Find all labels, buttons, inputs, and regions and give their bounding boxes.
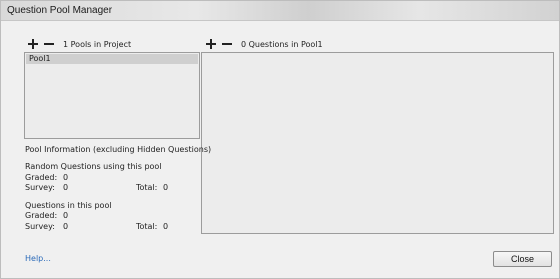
pool-list-item[interactable]: Pool1 bbox=[26, 54, 198, 64]
in-pool-questions-heading: Questions in this pool bbox=[25, 201, 112, 210]
questions-toolbar: 0 Questions in Pool1 bbox=[205, 38, 323, 50]
add-question-button[interactable] bbox=[205, 38, 217, 50]
plus-icon bbox=[28, 39, 38, 49]
minus-icon bbox=[222, 43, 232, 45]
pool-information-heading: Pool Information (excluding Hidden Quest… bbox=[25, 145, 212, 154]
help-link[interactable]: Help... bbox=[25, 254, 51, 263]
random-graded-label: Graded: bbox=[25, 173, 58, 182]
window-title: Question Pool Manager bbox=[7, 5, 113, 16]
in-pool-total-label: Total: bbox=[136, 222, 158, 231]
close-button[interactable]: Close bbox=[493, 251, 552, 267]
random-questions-heading: Random Questions using this pool bbox=[25, 162, 162, 171]
minus-icon bbox=[44, 43, 54, 45]
questions-list[interactable] bbox=[201, 52, 554, 234]
random-total-value: 0 bbox=[163, 183, 169, 192]
question-pool-manager-dialog: Question Pool Manager 1 Pools in Project bbox=[0, 0, 560, 279]
remove-question-button[interactable] bbox=[221, 38, 233, 50]
remove-pool-button[interactable] bbox=[43, 38, 55, 50]
questions-count-label: 0 Questions in Pool1 bbox=[241, 39, 323, 49]
random-total-label: Total: bbox=[136, 183, 158, 192]
random-survey-value: 0 bbox=[63, 183, 69, 192]
pools-toolbar: 1 Pools in Project bbox=[27, 38, 131, 50]
pools-list[interactable]: Pool1 bbox=[24, 52, 200, 139]
in-pool-graded-label: Graded: bbox=[25, 211, 58, 220]
title-bar[interactable]: Question Pool Manager bbox=[1, 1, 559, 21]
add-pool-button[interactable] bbox=[27, 38, 39, 50]
in-pool-survey-label: Survey: bbox=[25, 222, 55, 231]
in-pool-survey-value: 0 bbox=[63, 222, 69, 231]
in-pool-total-value: 0 bbox=[163, 222, 169, 231]
pools-count-label: 1 Pools in Project bbox=[63, 39, 132, 49]
in-pool-graded-value: 0 bbox=[63, 211, 69, 220]
plus-icon bbox=[206, 39, 216, 49]
random-graded-value: 0 bbox=[63, 173, 69, 182]
random-survey-label: Survey: bbox=[25, 183, 55, 192]
